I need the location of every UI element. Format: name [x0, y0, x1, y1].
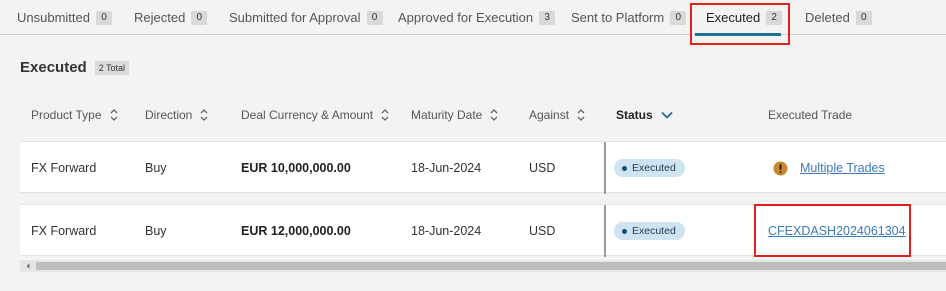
column-header-maturity-date[interactable]: Maturity Date	[411, 103, 498, 127]
column-header-executed-trade: Executed Trade	[768, 103, 852, 127]
section-title: Executed	[20, 59, 87, 76]
tab-sent-to-platform[interactable]: Sent to Platform 0	[571, 0, 687, 35]
column-label: Executed Trade	[768, 108, 853, 122]
tab-count-badge: 3	[539, 10, 556, 25]
tab-count-badge: 0	[191, 10, 208, 25]
column-label: Maturity Date	[411, 108, 483, 122]
status-tabs: Unsubmitted 0 Rejected 0 Submitted for A…	[0, 0, 946, 36]
tab-approved-for-execution[interactable]: Approved for Execution 3	[398, 0, 556, 35]
status-badge: Executed	[614, 222, 685, 240]
column-header-deal-currency-amount[interactable]: Deal Currency & Amount	[241, 103, 389, 127]
tab-label: Sent to Platform	[571, 10, 665, 25]
status-dot-icon	[622, 228, 627, 234]
cell-status: Executed	[614, 205, 685, 257]
column-header-status[interactable]: Status	[616, 103, 673, 127]
sort-icon	[490, 109, 498, 121]
tab-count-badge: 0	[366, 10, 383, 25]
cell-maturity-date: 18-Jun-2024	[411, 161, 482, 175]
column-divider	[604, 142, 606, 194]
status-dot-icon	[622, 165, 627, 171]
sort-icon	[577, 109, 585, 121]
column-divider	[604, 205, 606, 257]
tab-count-badge: 2	[766, 10, 783, 25]
cell-against: USD	[529, 224, 556, 238]
tab-rejected[interactable]: Rejected 0	[134, 0, 208, 35]
cell-executed-trade: CFEXDASH2024061304	[768, 205, 906, 257]
tab-label: Approved for Execution	[398, 10, 534, 25]
sort-icon	[200, 109, 208, 121]
status-label: Executed	[632, 225, 676, 237]
tab-executed[interactable]: Executed 2	[706, 0, 783, 35]
tab-count-badge: 0	[95, 10, 112, 25]
cell-product-type: FX Forward	[31, 161, 97, 175]
tab-label: Unsubmitted	[17, 10, 90, 25]
total-count-badge: 2 Total	[94, 60, 130, 75]
tab-label: Submitted for Approval	[229, 10, 361, 25]
scrollbar-thumb[interactable]	[36, 262, 946, 270]
active-tab-indicator	[695, 33, 781, 36]
column-label: Deal Currency & Amount	[241, 108, 374, 122]
column-header-against[interactable]: Against	[529, 103, 585, 127]
tab-submitted-for-approval[interactable]: Submitted for Approval 0	[229, 0, 383, 35]
tab-deleted[interactable]: Deleted 0	[805, 0, 872, 35]
cell-direction: Buy	[145, 224, 167, 238]
cell-deal-amount: EUR 12,000,000.00	[241, 224, 351, 238]
sort-icon	[381, 109, 389, 121]
cell-maturity-date: 18-Jun-2024	[411, 224, 482, 238]
horizontal-scrollbar[interactable]	[20, 260, 946, 272]
table-row[interactable]: FX Forward Buy EUR 12,000,000.00 18-Jun-…	[20, 204, 946, 257]
tab-label: Deleted	[805, 10, 850, 25]
column-label: Against	[529, 108, 570, 122]
cell-direction: Buy	[145, 161, 167, 175]
exclamation-circle-icon	[773, 161, 788, 175]
cell-deal-amount: EUR 10,000,000.00	[241, 161, 351, 175]
cell-executed-trade: Multiple Trades	[773, 142, 885, 194]
column-header-product-type[interactable]: Product Type	[31, 103, 118, 127]
chevron-down-icon	[661, 111, 673, 119]
status-label: Executed	[632, 162, 676, 174]
column-label: Direction	[145, 108, 193, 122]
sort-icon	[110, 109, 117, 121]
cell-against: USD	[529, 161, 556, 175]
cell-status: Executed	[614, 142, 685, 194]
tab-count-badge: 0	[670, 10, 687, 25]
tab-label: Rejected	[134, 10, 186, 25]
section-header: Executed 2 Total	[20, 59, 130, 76]
status-badge: Executed	[614, 159, 685, 177]
multiple-trades-link[interactable]: Multiple Trades	[800, 161, 885, 175]
scroll-left-arrow-icon[interactable]	[24, 262, 32, 270]
column-label: Status	[616, 108, 653, 122]
executed-trade-link[interactable]: CFEXDASH2024061304	[768, 224, 906, 238]
tab-unsubmitted[interactable]: Unsubmitted 0	[17, 0, 112, 35]
column-label: Product Type	[31, 108, 102, 122]
cell-product-type: FX Forward	[31, 224, 97, 238]
table-row[interactable]: FX Forward Buy EUR 10,000,000.00 18-Jun-…	[20, 141, 946, 194]
tab-count-badge: 0	[855, 10, 872, 25]
tab-label: Executed	[706, 10, 761, 25]
column-header-direction[interactable]: Direction	[145, 103, 208, 127]
